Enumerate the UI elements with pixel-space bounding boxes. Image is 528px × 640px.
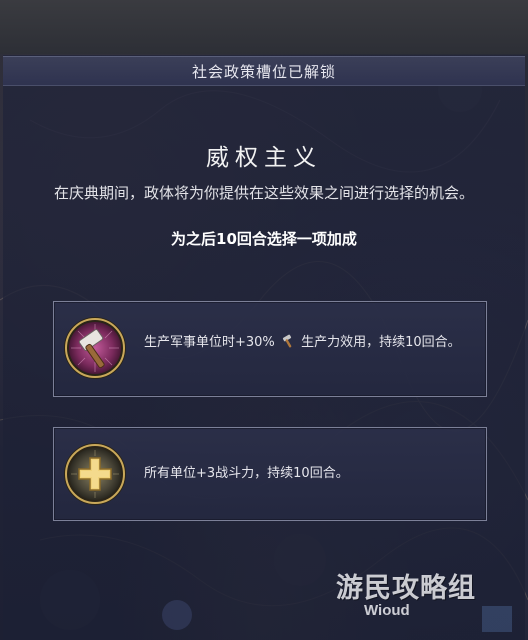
watermark: 游民攻略组 Wioud <box>336 566 516 626</box>
map-button[interactable] <box>162 600 192 630</box>
watermark-subtitle: Wioud <box>364 602 410 619</box>
panel-header: 社会政策槽位已解锁 <box>3 56 525 86</box>
bonus-text-after: 生产力效用，持续10回合。 <box>301 335 461 350</box>
bonus-option-combat[interactable]: 所有单位+3战斗力，持续10回合。 <box>53 427 487 521</box>
watermark-title: 游民攻略组 <box>336 573 476 604</box>
bonus-option-text: 所有单位+3战斗力，持续10回合。 <box>144 466 349 481</box>
panel-header-title: 社会政策槽位已解锁 <box>191 62 336 81</box>
top-strip <box>0 0 528 54</box>
plus-cross-icon <box>64 443 126 505</box>
production-hammer-icon <box>282 334 292 348</box>
bonus-option-text: 生产军事单位时+30% 生产力效用，持续10回合。 <box>144 333 474 352</box>
bonus-option-production[interactable]: 生产军事单位时+30% 生产力效用，持续10回合。 <box>53 301 487 397</box>
bonus-prompt: 为之后10回合选择一项加成 <box>171 230 357 248</box>
government-name: 威权主义 <box>206 145 322 171</box>
game-screen: 社会政策槽位已解锁 威权主义 在庆典期间，政体将为你提供在这些效果之间进行选择的… <box>0 0 528 640</box>
government-description: 在庆典期间，政体将为你提供在这些效果之间进行选择的机会。 <box>53 184 474 202</box>
bonus-text-before: 生产军事单位时+30% <box>144 335 275 350</box>
hammer-icon <box>64 317 126 379</box>
